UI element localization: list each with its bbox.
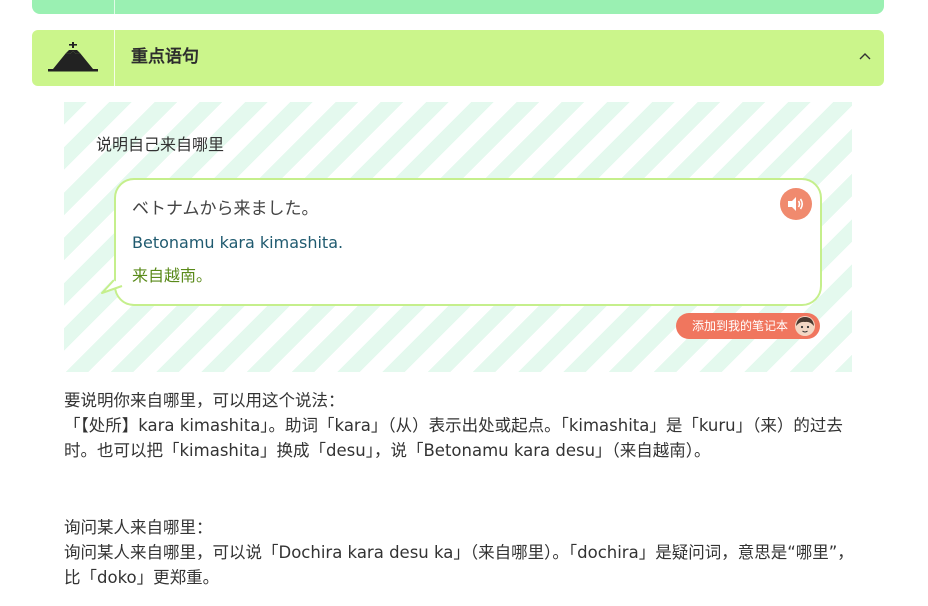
example-card: 说明自己来自哪里 ベトナムから来ました。 Betonamu kara kimas… <box>64 102 852 372</box>
mountain-icon <box>48 42 98 72</box>
add-to-notebook-button[interactable]: 添加到我的笔记本 <box>676 313 820 339</box>
bubble-tail <box>101 280 123 294</box>
previous-section-header[interactable] <box>32 0 884 14</box>
explanation-block-2: 询问某人来自哪里： 询问某人来自哪里，可以说「Dochira kara desu… <box>64 515 864 590</box>
japanese-sentence: ベトナムから来ました。 <box>132 199 319 219</box>
example-caption: 说明自己来自哪里 <box>96 135 225 154</box>
speech-bubble: ベトナムから来ました。 Betonamu kara kimashita. 来自越… <box>114 178 822 306</box>
explanation-heading: 询问某人来自哪里： <box>64 518 213 537</box>
avatar-icon <box>795 316 815 336</box>
header-divider <box>114 30 115 86</box>
explanation-heading: 要说明你来自哪里，可以用这个说法： <box>64 391 345 410</box>
romaji-sentence: Betonamu kara kimashita. <box>132 233 344 252</box>
explanation-body: 询问某人来自哪里，可以说「Dochira kara desu ka」（来自哪里）… <box>64 543 854 587</box>
section-title: 重点语句 <box>131 47 199 67</box>
explanation-block-1: 要说明你来自哪里，可以用这个说法： 「【处所】kara kimashita」。助… <box>64 388 864 463</box>
add-to-notebook-label: 添加到我的笔记本 <box>692 319 789 333</box>
play-audio-button[interactable] <box>780 188 812 220</box>
chevron-up-icon[interactable] <box>858 50 872 64</box>
header-divider <box>114 0 115 14</box>
key-sentences-header[interactable]: 重点语句 <box>32 30 884 86</box>
chinese-translation: 来自越南。 <box>132 266 213 285</box>
explanation-body: 「【处所】kara kimashita」。助词「kara」（从）表示出处或起点。… <box>64 416 843 460</box>
speaker-icon <box>788 197 804 211</box>
